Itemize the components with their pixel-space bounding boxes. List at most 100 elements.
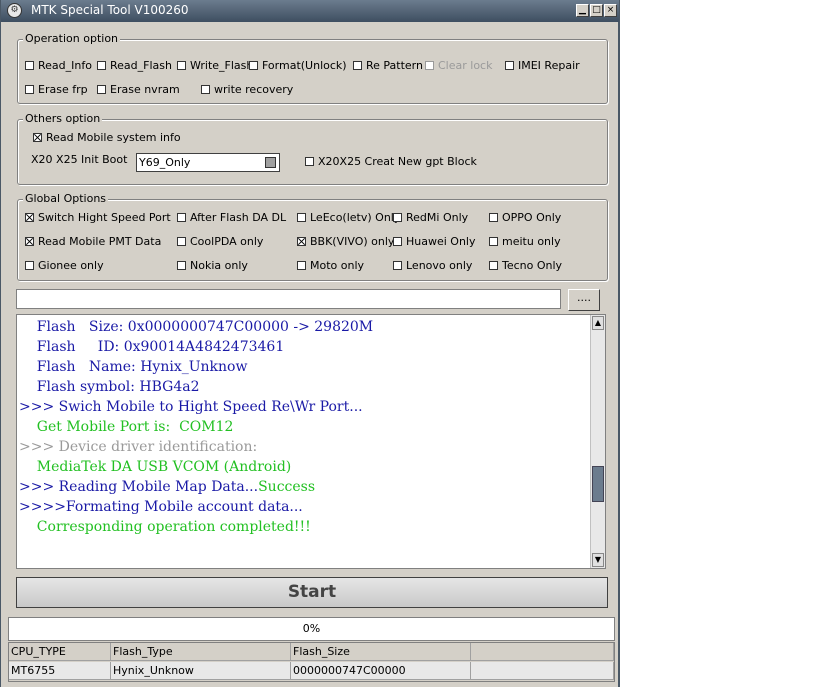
checkbox-icon [489,213,498,222]
checkbox-label: LeEco(letv) Only [310,211,401,224]
checkbox-label: Huawei Only [406,235,476,248]
table-cell-flash-size[interactable]: 0000000747C00000 [291,662,471,680]
init-boot-dropdown[interactable]: Y69_Only [136,153,280,172]
start-button[interactable]: Start [16,577,608,608]
checkbox-icon [425,61,434,70]
gionee-only-checkbox[interactable]: Gionee only [25,259,104,272]
checkbox-label: Re Pattern l [366,59,430,72]
read-flash-checkbox[interactable]: Read_Flash [97,59,172,72]
scrollbar-thumb[interactable] [592,466,604,502]
checkbox-icon [393,213,402,222]
write-flash-checkbox[interactable]: Write_Flash [177,59,253,72]
checkbox-label: CoolPDA only [190,235,264,248]
app-icon[interactable]: ⚙ [7,3,22,18]
checkbox-label: Clear lock [438,59,493,72]
read-mobile-system-info-checkbox[interactable]: Read Mobile system info [33,131,181,144]
chevron-down-icon[interactable] [265,157,276,168]
checkbox-icon [177,213,186,222]
checkbox-label: OPPO Only [502,211,562,224]
checkbox-label: IMEI Repair [518,59,580,72]
meitu-only-checkbox[interactable]: meitu only [489,235,561,248]
file-path-input[interactable] [16,289,561,309]
checkbox-icon [97,85,106,94]
checkbox-label: Moto only [310,259,365,272]
leeco-only-checkbox[interactable]: LeEco(letv) Only [297,211,400,224]
log-line: >>>>Formating Mobile account data... [19,498,303,516]
format-unlock-checkbox[interactable]: Format(Unlock) [249,59,347,72]
minimize-icon: ▁ [579,5,586,15]
imei-repair-checkbox[interactable]: IMEI Repair [505,59,580,72]
maximize-button[interactable]: □ [590,4,603,17]
scroll-up-arrow-icon[interactable]: ▲ [592,316,604,330]
minimize-button[interactable]: ▁ [576,4,589,17]
init-boot-value: Y69_Only [139,156,191,169]
checkbox-icon [25,85,34,94]
checkbox-label: RedMi Only [406,211,469,224]
checkbox-icon [353,61,362,70]
read-mobile-pmt-data-checkbox[interactable]: Read Mobile PMT Data [25,235,161,248]
checkbox-label: After Flash DA DL [190,211,287,224]
after-flash-da-dl-checkbox[interactable]: After Flash DA DL [177,211,286,224]
lenovo-only-checkbox[interactable]: Lenovo only [393,259,472,272]
log-line: Flash ID: 0x90014A4842473461 [19,338,284,356]
checkbox-label: Lenovo only [406,259,473,272]
checkbox-icon [393,261,402,270]
others-option-group: Others option [17,112,608,185]
others-option-title: Others option [23,112,103,125]
global-options-title: Global Options [23,192,109,205]
title-bar[interactable]: ⚙ MTK Special Tool V100260 ▁ □ × [1,0,619,22]
checkbox-label: Read Mobile PMT Data [38,235,162,248]
erase-nvram-checkbox[interactable]: Erase nvram [97,83,180,96]
browse-button[interactable]: .... [568,289,600,311]
log-line: Flash Size: 0x0000000747C00000 -> 29820M [19,318,373,336]
coolpda-only-checkbox[interactable]: CoolPDA only [177,235,263,248]
table-header-flash-type: Flash_Type [111,643,291,661]
moto-only-checkbox[interactable]: Moto only [297,259,364,272]
erase-frp-checkbox[interactable]: Erase frp [25,83,88,96]
table-cell-flash-type[interactable]: Hynix_Unknow [111,662,291,680]
log-segment: Flash Size: 0x0000000747C00000 -> 29820M [19,319,374,335]
log-line: Corresponding operation completed!!! [19,518,311,536]
table-header-cpu-type: CPU_TYPE [9,643,111,661]
scroll-down-arrow-icon[interactable]: ▼ [592,553,604,567]
read-info-checkbox[interactable]: Read_Info [25,59,92,72]
switch-high-speed-port-checkbox[interactable]: Switch Hight Speed Port [25,211,171,224]
tecno-only-checkbox[interactable]: Tecno Only [489,259,562,272]
checkbox-icon [25,213,34,222]
checkbox-label: Format(Unlock) [262,59,347,72]
write-recovery-checkbox[interactable]: write recovery [201,83,293,96]
checkbox-icon [177,61,186,70]
log-segment: MediaTek DA USB VCOM (Android) [19,459,292,475]
log-segment: >>> Swich Mobile to Hight Speed Re\Wr Po… [19,399,363,415]
maximize-icon: □ [592,5,601,15]
log-line: >>> Device driver identification: [19,438,257,456]
log-line: Flash symbol: HBG4a2 [19,378,200,396]
close-icon: × [606,5,615,15]
log-line: >>> Swich Mobile to Hight Speed Re\Wr Po… [19,398,363,416]
creat-gpt-checkbox[interactable]: X20X25 Creat New gpt Block [305,155,477,168]
log-line: >>> Reading Mobile Map Data...Success [19,478,315,496]
checkbox-label: X20X25 Creat New gpt Block [318,155,477,168]
checkbox-icon [393,237,402,246]
checkbox-label: Nokia only [190,259,248,272]
bbk-vivo-only-checkbox[interactable]: BBK(VIVO) only [297,235,394,248]
log-output[interactable]: Flash Size: 0x0000000747C00000 -> 29820M… [16,314,606,569]
nokia-only-checkbox[interactable]: Nokia only [177,259,248,272]
re-pattern-checkbox[interactable]: Re Pattern l [353,59,430,72]
checkbox-icon [489,261,498,270]
checkbox-icon [297,213,306,222]
table-cell-empty[interactable] [471,662,614,680]
huawei-only-checkbox[interactable]: Huawei Only [393,235,476,248]
checkbox-icon [489,237,498,246]
log-scrollbar[interactable]: ▲ ▼ [590,315,605,568]
oppo-only-checkbox[interactable]: OPPO Only [489,211,561,224]
clear-lock-checkbox: Clear lock [425,59,492,72]
app-window: ⚙ MTK Special Tool V100260 ▁ □ × Operati… [0,0,620,687]
table-cell-cpu-type[interactable]: MT6755 [9,662,111,680]
redmi-only-checkbox[interactable]: RedMi Only [393,211,468,224]
checkbox-icon [97,61,106,70]
operation-option-title: Operation option [23,32,121,45]
checkbox-label: Read Mobile system info [46,131,181,144]
close-button[interactable]: × [604,4,617,17]
checkbox-icon [201,85,210,94]
